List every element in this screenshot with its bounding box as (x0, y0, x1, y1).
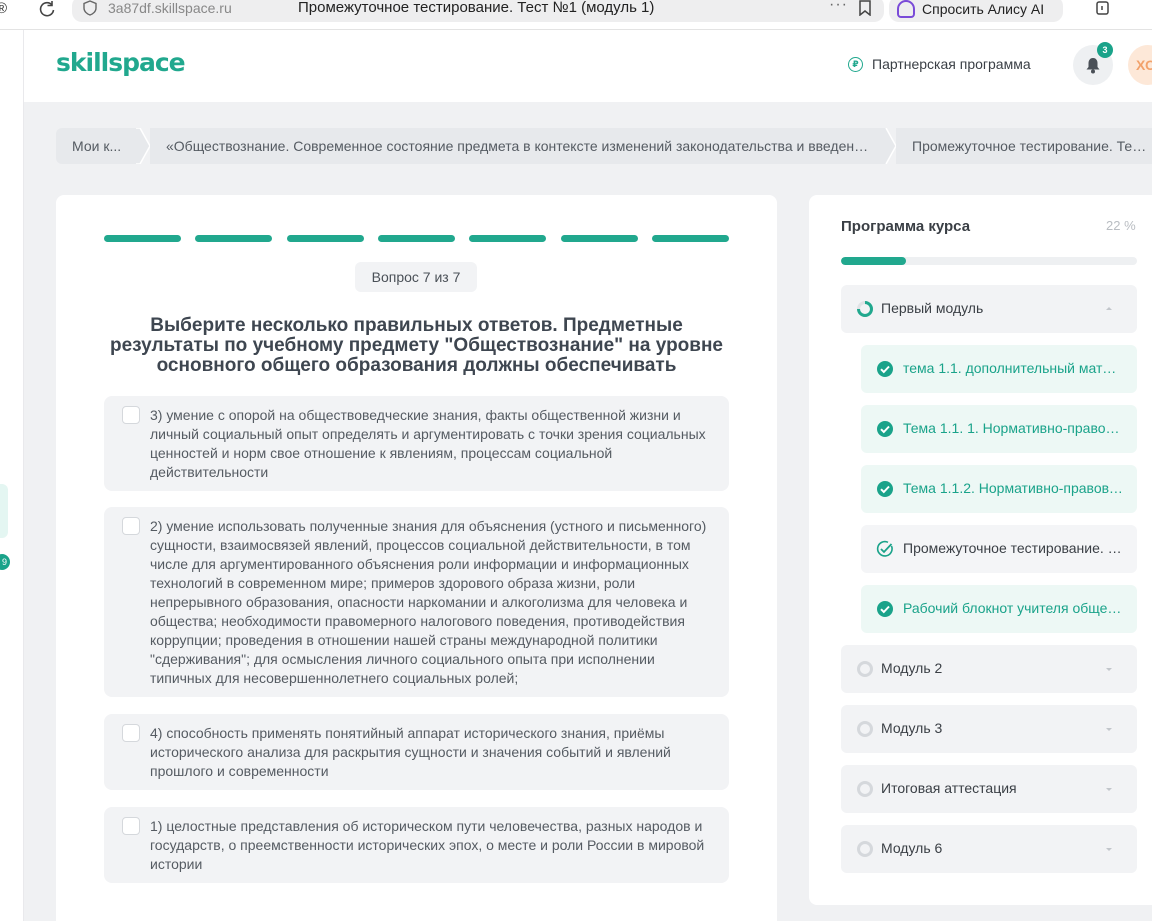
url-text[interactable]: 3a87df.skillspace.ru (108, 0, 232, 16)
breadcrumb-my-courses[interactable]: Мои к... (56, 128, 136, 164)
left-sidebar: 9 (0, 30, 24, 921)
skillspace-logo[interactable]: skillspace (56, 48, 186, 77)
not-started-icon (857, 781, 873, 797)
answer-option[interactable]: 2) умение использовать полученные знания… (104, 507, 729, 697)
question-text: Выберите несколько правильных ответов. П… (109, 315, 724, 376)
module-label: Модуль 6 (881, 840, 943, 856)
answer-text: 4) способность применять понятийный аппа… (150, 725, 671, 779)
check-circle-icon (877, 421, 893, 437)
module-label: Итоговая аттестация (881, 780, 1017, 796)
check-circle-icon (877, 481, 893, 497)
answer-text: 2) умение использовать полученные знания… (150, 518, 707, 686)
lesson-item[interactable]: Тема 1.1.2. Нормативно-правовая база (861, 465, 1137, 513)
lesson-label: Тема 1.1. 1. Нормативно-правовая база (903, 420, 1123, 436)
chevron-up-icon (1106, 307, 1112, 310)
module-3[interactable]: Модуль 3 (841, 705, 1137, 753)
back-icon[interactable]: ® (0, 0, 7, 17)
answer-option[interactable]: 4) способность применять понятийный аппа… (104, 714, 729, 790)
chevron-down-icon (1106, 848, 1112, 851)
answer-checkbox[interactable] (122, 517, 140, 535)
quiz-card: Вопрос 7 из 7 Выберите несколько правиль… (56, 195, 777, 921)
browser-toolbar: ® 3a87df.skillspace.ru Промежуточное тес… (0, 0, 1152, 30)
sidebar-active-tab[interactable] (0, 484, 8, 538)
lesson-label: тема 1.1. дополнительный материал (903, 360, 1123, 376)
reload-icon[interactable] (38, 0, 56, 18)
answer-text: 1) целостные представления об историческ… (150, 818, 705, 872)
answer-text: 3) умение с опорой на обществоведческие … (150, 407, 706, 480)
breadcrumb-current-test[interactable]: Промежуточное тестирование. Тест №1 (мод… (896, 128, 1152, 164)
ask-alice-button[interactable]: Спросить Алису AI (889, 0, 1063, 22)
breadcrumb: Мои к... «Обществознание. Современное со… (56, 128, 1152, 164)
module-2[interactable]: Модуль 2 (841, 645, 1137, 693)
page-tab-title: Промежуточное тестирование. Тест №1 (мод… (298, 0, 655, 16)
chevron-down-icon (1106, 668, 1112, 671)
lesson-label: Рабочий блокнот учителя обществознания (903, 600, 1123, 616)
progress-segment (651, 235, 729, 242)
ask-alice-label: Спросить Алису AI (922, 1, 1045, 17)
course-program-title: Программа курса (841, 218, 971, 235)
lesson-item[interactable]: тема 1.1. дополнительный материал (861, 345, 1137, 393)
lesson-label: Тема 1.1.2. Нормативно-правовая база (903, 480, 1123, 496)
course-program-panel: Программа курса 22 % Первый модуль тема … (809, 195, 1152, 905)
answer-checkbox[interactable] (122, 724, 140, 742)
answer-option[interactable]: 3) умение с опорой на обществоведческие … (104, 396, 729, 491)
not-started-icon (857, 841, 873, 857)
module-label: Модуль 3 (881, 720, 943, 736)
notifications-badge: 3 (1097, 42, 1113, 58)
check-circle-icon (877, 601, 893, 617)
lesson-item-current[interactable]: Промежуточное тестирование. Тест №1 (861, 525, 1137, 573)
chevron-down-icon (1106, 788, 1112, 791)
lesson-item[interactable]: Тема 1.1. 1. Нормативно-правовая база (861, 405, 1137, 453)
module-6[interactable]: Модуль 6 (841, 825, 1137, 873)
chevron-down-icon (1106, 728, 1112, 731)
bookmark-icon[interactable] (858, 0, 872, 16)
module-first[interactable]: Первый модуль (841, 285, 1137, 333)
in-progress-icon (857, 301, 873, 317)
check-outline-icon (876, 540, 893, 557)
module-label: Первый модуль (881, 300, 984, 316)
extension-icon[interactable] (1094, 0, 1112, 16)
partner-program-label: Партнерская программа (872, 56, 1031, 72)
lesson-item[interactable]: Рабочий блокнот учителя обществознания (861, 585, 1137, 633)
progress-segment (195, 235, 273, 242)
answer-checkbox[interactable] (122, 817, 140, 835)
lesson-label: Промежуточное тестирование. Тест №1 (903, 540, 1123, 556)
shield-icon (83, 0, 97, 16)
course-progress-bar (841, 257, 1137, 265)
module-label: Модуль 2 (881, 660, 943, 676)
progress-segment (377, 235, 455, 242)
breadcrumb-separator-edge (136, 128, 150, 164)
not-started-icon (857, 661, 873, 677)
sidebar-badge: 9 (0, 554, 10, 570)
progress-segment (560, 235, 638, 242)
bell-icon (1086, 57, 1100, 73)
breadcrumb-course[interactable]: «Обществознание. Современное состояние п… (150, 128, 882, 164)
answer-checkbox[interactable] (122, 406, 140, 424)
check-circle-icon (877, 361, 893, 377)
module-final-attestation[interactable]: Итоговая аттестация (841, 765, 1137, 813)
avatar[interactable]: ХО (1128, 45, 1152, 85)
site-header: skillspace ₽ Партнерская программа 3 ХО (24, 30, 1152, 102)
course-progress-fill (841, 257, 907, 265)
alice-icon (897, 0, 915, 18)
question-progress (104, 235, 729, 242)
partner-program-link[interactable]: ₽ Партнерская программа (848, 56, 1031, 72)
not-started-icon (857, 721, 873, 737)
question-counter: Вопрос 7 из 7 (355, 262, 477, 292)
progress-segment (286, 235, 364, 242)
progress-segment (469, 235, 547, 242)
course-progress-percent: 22 % (1106, 218, 1136, 233)
more-icon[interactable]: ··· (829, 0, 848, 14)
progress-segment (104, 235, 181, 242)
breadcrumb-separator (882, 128, 896, 164)
answer-option[interactable]: 1) целостные представления об историческ… (104, 807, 729, 883)
ruble-icon: ₽ (848, 56, 863, 72)
